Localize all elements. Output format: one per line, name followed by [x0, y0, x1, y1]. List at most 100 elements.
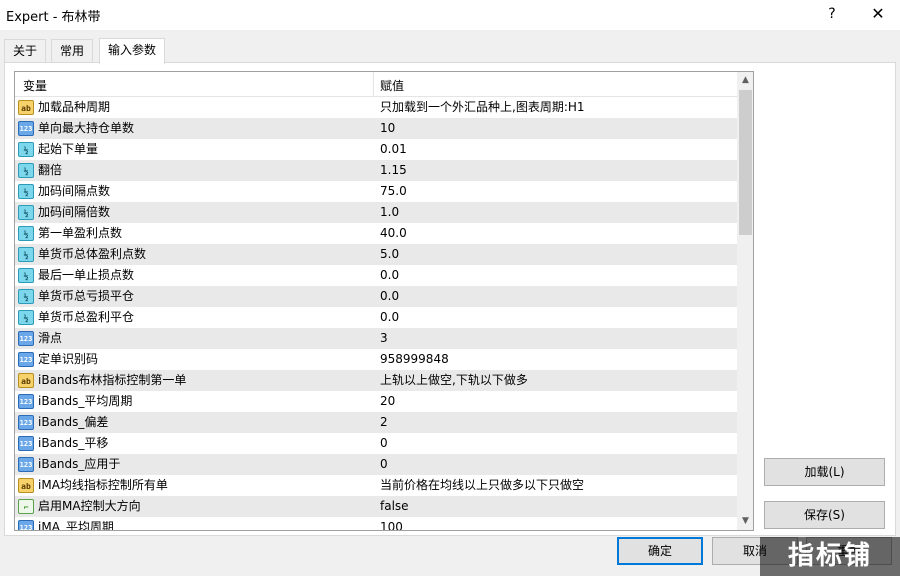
- parameter-name: 起始下单量: [38, 142, 99, 156]
- 123-type-icon: 123: [18, 394, 34, 409]
- frac-type-icon: ½: [18, 289, 34, 304]
- table-row[interactable]: ½ 加码间隔点数 75.0: [15, 181, 737, 202]
- frac-type-icon: ½: [18, 268, 34, 283]
- table-row[interactable]: ab 加载品种周期 只加载到一个外汇品种上,图表周期:H1: [15, 97, 737, 118]
- bool-type-icon: ⌐: [18, 499, 34, 514]
- parameter-name: 单货币总体盈利点数: [38, 247, 147, 261]
- parameter-value[interactable]: 958999848: [380, 349, 449, 370]
- close-button[interactable]: ✕: [864, 3, 892, 25]
- table-row[interactable]: ½ 单货币总盈利平仓 0.0: [15, 307, 737, 328]
- grid-header: 变量 赋值: [15, 72, 737, 97]
- parameter-value[interactable]: 75.0: [380, 181, 407, 202]
- parameter-name: iBands_平均周期: [38, 394, 133, 408]
- scroll-thumb[interactable]: [739, 90, 752, 235]
- table-row[interactable]: ab iBands布林指标控制第一单 上轨以上做空,下轨以下做多: [15, 370, 737, 391]
- help-button[interactable]: ?: [820, 3, 844, 25]
- parameter-value[interactable]: 0.0: [380, 286, 399, 307]
- table-row[interactable]: ½ 起始下单量 0.01: [15, 139, 737, 160]
- table-row[interactable]: 123 iBands_平移 0: [15, 433, 737, 454]
- parameter-value[interactable]: 0.0: [380, 265, 399, 286]
- frac-type-icon: ½: [18, 142, 34, 157]
- parameter-value[interactable]: 40.0: [380, 223, 407, 244]
- table-row[interactable]: 123 iBands_应用于 0: [15, 454, 737, 475]
- 123-type-icon: 123: [18, 331, 34, 346]
- table-row[interactable]: 123 定单识别码 958999848: [15, 349, 737, 370]
- tab-common[interactable]: 常用: [51, 39, 94, 63]
- parameter-name: 第一单盈利点数: [38, 226, 123, 240]
- parameter-name: 加载品种周期: [38, 100, 111, 114]
- table-row[interactable]: 123 iBands_偏差 2: [15, 412, 737, 433]
- parameter-value[interactable]: 0.0: [380, 307, 399, 328]
- parameter-value[interactable]: false: [380, 496, 409, 517]
- parameter-name: 加码间隔点数: [38, 184, 111, 198]
- column-separator[interactable]: [373, 72, 374, 97]
- parameter-value[interactable]: 2: [380, 412, 388, 433]
- parameter-value[interactable]: 20: [380, 391, 395, 412]
- parameters-grid[interactable]: 变量 赋值 ab 加载品种周期 只加载到一个外汇品种上,图表周期:H1 123 单向最大…: [14, 71, 754, 531]
- frac-type-icon: ½: [18, 163, 34, 178]
- parameter-name: 启用MA控制大方向: [38, 499, 141, 513]
- parameter-name: iMA均线指标控制所有单: [38, 478, 168, 492]
- scroll-up-icon[interactable]: ▲: [737, 72, 753, 89]
- tab-inputs[interactable]: 输入参数: [99, 38, 166, 64]
- window-title: Expert - 布林带: [6, 10, 101, 25]
- ab-type-icon: ab: [18, 478, 34, 493]
- table-row[interactable]: ab iMA均线指标控制所有单 当前价格在均线以上只做多以下只做空: [15, 475, 737, 496]
- load-button[interactable]: 加载(L): [764, 458, 885, 486]
- parameter-name: iBands_平移: [38, 436, 109, 450]
- table-row[interactable]: ⌐ 启用MA控制大方向 false: [15, 496, 737, 517]
- parameter-name: 单货币总亏损平仓: [38, 289, 135, 303]
- 123-type-icon: 123: [18, 415, 34, 430]
- column-header-variable[interactable]: 变量: [23, 77, 47, 94]
- frac-type-icon: ½: [18, 247, 34, 262]
- table-row[interactable]: 123 滑点 3: [15, 328, 737, 349]
- parameter-name: 最后一单止损点数: [38, 268, 135, 282]
- parameter-name: 翻倍: [38, 163, 63, 177]
- table-row[interactable]: 123 iMA_平均周期 100: [15, 517, 737, 531]
- grid-rows: ab 加载品种周期 只加载到一个外汇品种上,图表周期:H1 123 单向最大持仓单数 10…: [15, 97, 737, 531]
- scroll-down-icon[interactable]: ▼: [737, 513, 753, 530]
- table-row[interactable]: 123 iBands_平均周期 20: [15, 391, 737, 412]
- 123-type-icon: 123: [18, 352, 34, 367]
- table-row[interactable]: ½ 单货币总体盈利点数 5.0: [15, 244, 737, 265]
- table-row[interactable]: ½ 最后一单止损点数 0.0: [15, 265, 737, 286]
- table-row[interactable]: ½ 加码间隔倍数 1.0: [15, 202, 737, 223]
- parameter-value[interactable]: 100: [380, 517, 403, 530]
- ok-button[interactable]: 确定: [617, 537, 703, 565]
- parameter-value[interactable]: 1.15: [380, 160, 407, 181]
- 123-type-icon: 123: [18, 121, 34, 136]
- parameter-name: 单货币总盈利平仓: [38, 310, 135, 324]
- parameter-name: 加码间隔倍数: [38, 205, 111, 219]
- parameter-value[interactable]: 10: [380, 118, 395, 139]
- parameter-name: iBands布林指标控制第一单: [38, 373, 187, 387]
- parameter-value[interactable]: 1.0: [380, 202, 399, 223]
- parameter-value[interactable]: 0.01: [380, 139, 407, 160]
- parameter-name: iBands_偏差: [38, 415, 109, 429]
- table-row[interactable]: ½ 第一单盈利点数 40.0: [15, 223, 737, 244]
- parameter-value[interactable]: 上轨以上做空,下轨以下做多: [380, 370, 528, 391]
- watermark-logo: 指标铺: [760, 537, 900, 576]
- table-row[interactable]: 123 单向最大持仓单数 10: [15, 118, 737, 139]
- parameter-value[interactable]: 只加载到一个外汇品种上,图表周期:H1: [380, 97, 585, 118]
- parameter-value[interactable]: 0: [380, 433, 388, 454]
- table-row[interactable]: ½ 单货币总亏损平仓 0.0: [15, 286, 737, 307]
- 123-type-icon: 123: [18, 457, 34, 472]
- parameter-value[interactable]: 3: [380, 328, 388, 349]
- parameter-name: iMA_平均周期: [38, 520, 114, 531]
- tab-strip: 关于 常用 输入参数: [0, 30, 900, 64]
- ab-type-icon: ab: [18, 373, 34, 388]
- frac-type-icon: ½: [18, 310, 34, 325]
- parameter-name: 单向最大持仓单数: [38, 121, 135, 135]
- parameter-value[interactable]: 5.0: [380, 244, 399, 265]
- parameter-value[interactable]: 当前价格在均线以上只做多以下只做空: [380, 475, 584, 496]
- table-row[interactable]: ½ 翻倍 1.15: [15, 160, 737, 181]
- column-header-value[interactable]: 赋值: [380, 77, 404, 94]
- parameter-name: 定单识别码: [38, 352, 99, 366]
- tab-about[interactable]: 关于: [4, 39, 47, 63]
- 123-type-icon: 123: [18, 436, 34, 451]
- parameter-value[interactable]: 0: [380, 454, 388, 475]
- ab-type-icon: ab: [18, 100, 34, 115]
- vertical-scrollbar[interactable]: ▲ ▼: [737, 72, 753, 530]
- save-button[interactable]: 保存(S): [764, 501, 885, 529]
- title-bar: Expert - 布林带 ? ✕: [0, 0, 900, 30]
